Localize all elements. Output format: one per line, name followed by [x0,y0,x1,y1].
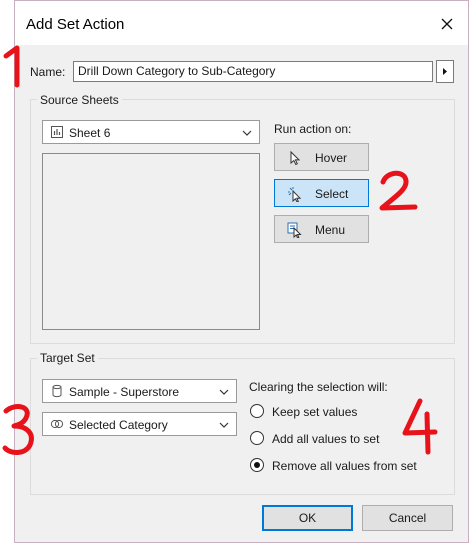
set-dropdown-label: Selected Category [69,418,168,432]
annotation-1-drawing [3,45,20,88]
close-icon [441,18,453,30]
datasource-dropdown-label: Sample - Superstore [69,385,180,399]
annotation-1 [0,44,30,88]
hover-button-label: Hover [315,151,348,165]
set-dropdown[interactable]: Selected Category [42,412,237,436]
set-icon [50,419,64,429]
run-action-label: Run action on: [274,122,352,136]
insert-field-button[interactable] [436,60,454,83]
database-icon [52,384,62,398]
sheet-list[interactable] [42,153,260,330]
datasource-dropdown[interactable]: Sample - Superstore [42,379,237,403]
select-cursor-icon [288,187,302,202]
chevron-down-icon [219,422,229,428]
cancel-button[interactable]: Cancel [362,505,453,531]
annotation-2 [373,168,421,214]
name-input[interactable]: Drill Down Category to Sub-Category [73,61,433,82]
add-all-values-radio[interactable] [250,431,264,445]
background-strip-bottom [0,543,469,557]
select-button[interactable]: Select [274,179,369,207]
remove-all-values-label: Remove all values from set [272,459,417,473]
annotation-4-drawing [402,398,438,455]
sheet-icon [51,126,63,138]
chevron-down-icon [242,130,252,136]
add-all-values-label: Add all values to set [272,432,380,446]
annotation-3 [0,400,42,458]
close-button[interactable] [436,13,458,35]
select-button-label: Select [315,187,349,201]
target-set-legend: Target Set [37,351,98,365]
remove-all-values-radio[interactable] [250,458,264,472]
clearing-label: Clearing the selection will: [249,380,388,394]
sheet-dropdown[interactable]: Sheet 6 [42,120,260,144]
annotation-3-drawing [2,404,34,455]
triangle-right-icon [443,68,447,75]
annotation-4 [398,396,440,456]
ok-button[interactable]: OK [262,505,353,531]
pointer-icon [290,150,301,166]
sheet-dropdown-label: Sheet 6 [69,126,111,140]
hover-button[interactable]: Hover [274,143,369,171]
menu-button-label: Menu [315,223,346,237]
keep-set-values-radio[interactable] [250,404,264,418]
annotation-2-drawing [379,170,418,211]
menu-cursor-icon [287,222,302,238]
source-sheets-legend: Source Sheets [37,93,122,107]
keep-set-values-label: Keep set values [272,405,358,419]
name-label: Name: [30,65,66,79]
dialog-title: Add Set Action [26,16,125,33]
add-set-action-dialog: Add Set Action Name: Drill Down Category… [14,0,469,543]
menu-button[interactable]: Menu [274,215,369,243]
chevron-down-icon [219,389,229,395]
title-bar: Add Set Action [15,1,468,45]
